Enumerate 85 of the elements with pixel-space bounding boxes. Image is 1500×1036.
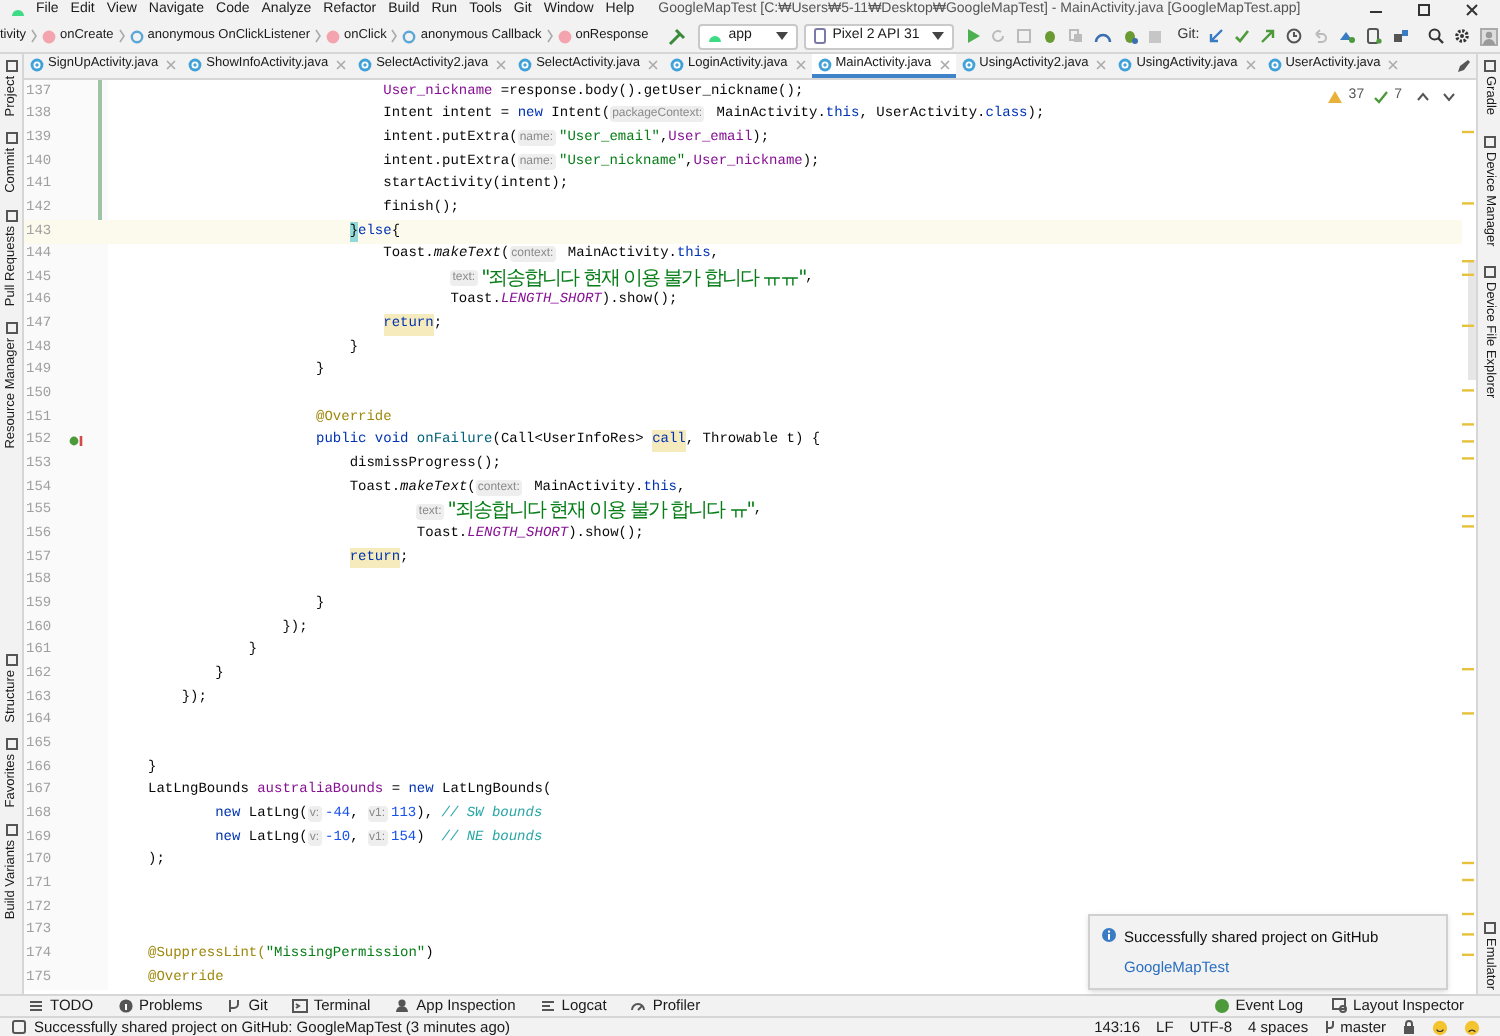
method-icon <box>557 29 572 43</box>
tool-icon <box>117 998 134 1014</box>
tool-icon <box>291 998 308 1014</box>
history-clock-icon[interactable] <box>1285 28 1302 44</box>
class-c-icon <box>670 57 684 71</box>
tool-icon <box>226 998 243 1014</box>
code-token: "죄송합니다 현재 이용 불가 합니다 ㅠ" <box>447 500 754 523</box>
run-icon[interactable] <box>965 28 980 44</box>
change-marker[interactable] <box>98 149 102 174</box>
chevron-icon <box>545 28 554 44</box>
tool-icon <box>1331 998 1348 1014</box>
tool-icon <box>539 998 556 1014</box>
info-icon <box>1102 927 1116 941</box>
class-c-icon <box>961 57 976 71</box>
branch-icon <box>1324 1020 1337 1034</box>
sdk-manager-icon[interactable] <box>1391 28 1410 44</box>
maximize-icon[interactable] <box>1416 2 1432 18</box>
class-c-icon <box>817 57 832 71</box>
apply-changes-icon[interactable] <box>1015 28 1032 44</box>
tool-icon <box>28 998 44 1014</box>
frown-icon[interactable] <box>1464 1019 1480 1035</box>
phone-icon <box>814 28 827 44</box>
chevron-icon <box>390 28 399 44</box>
class-c-icon <box>1267 57 1282 71</box>
tool-window-icon <box>1483 135 1495 148</box>
push-arrow-icon[interactable] <box>1259 28 1276 44</box>
debug-bug-icon[interactable] <box>1041 28 1058 44</box>
change-marker[interactable] <box>98 173 102 197</box>
class-icon <box>129 29 144 43</box>
change-marker[interactable] <box>98 80 102 104</box>
tool-window-icon <box>5 824 17 837</box>
caret-icon <box>931 32 944 40</box>
weak-warning-check-icon[interactable] <box>1374 89 1389 104</box>
tool-window-icon <box>5 132 17 145</box>
implements-method-icon[interactable] <box>68 434 84 449</box>
tool-window-icon <box>1483 921 1495 934</box>
change-marker[interactable] <box>98 103 102 127</box>
tool-window-icon <box>1483 265 1495 278</box>
attach-debugger-icon[interactable] <box>1067 28 1084 44</box>
change-marker[interactable] <box>98 196 102 220</box>
bug-coverage-icon[interactable] <box>1121 28 1138 44</box>
lock-icon[interactable] <box>1402 1020 1416 1034</box>
chevron-down-icon[interactable] <box>1442 91 1456 102</box>
caret-icon <box>776 32 789 40</box>
class-c-icon <box>1118 57 1133 71</box>
code-token: "죄송합니다 현재 이용 불가 합니다 ㅠㅠ" <box>481 267 806 290</box>
pencil-icon <box>1456 58 1472 74</box>
class-c-icon <box>30 57 44 71</box>
tool-icon <box>1213 998 1230 1014</box>
user-avatar-icon[interactable] <box>1479 27 1498 45</box>
update-arrow-icon[interactable] <box>1207 28 1224 44</box>
tool-window-icon <box>5 321 17 334</box>
chevron-icon <box>30 28 38 44</box>
tool-icon <box>394 998 411 1014</box>
status-square-icon[interactable] <box>12 1020 26 1034</box>
warning-icon[interactable] <box>1328 89 1343 104</box>
android-icon <box>708 31 723 41</box>
chevron-icon <box>117 28 126 44</box>
class-icon <box>402 29 417 43</box>
smile-icon[interactable] <box>1432 1019 1448 1035</box>
class-c-icon <box>518 57 533 71</box>
tool-window-icon <box>1483 60 1495 72</box>
checkmark-icon[interactable] <box>1233 28 1250 44</box>
rollback-icon[interactable] <box>1311 28 1328 44</box>
method-icon <box>42 29 56 43</box>
hammer-icon[interactable] <box>668 27 687 45</box>
class-c-icon <box>358 57 373 71</box>
close-icon[interactable] <box>1464 2 1480 18</box>
class-c-icon <box>188 57 203 71</box>
tool-window-icon <box>5 738 17 751</box>
rerun-icon[interactable] <box>989 28 1006 44</box>
tool-window-icon <box>5 654 17 667</box>
stop-icon[interactable] <box>1147 29 1162 43</box>
tool-icon <box>630 998 647 1014</box>
search-icon[interactable] <box>1427 28 1444 44</box>
method-icon <box>326 29 341 43</box>
sync-project-icon[interactable] <box>1337 28 1356 44</box>
tool-window-icon <box>5 209 17 222</box>
settings-icon[interactable] <box>1453 28 1470 44</box>
tool-window-icon <box>5 60 17 72</box>
gauge-icon[interactable] <box>1093 28 1112 44</box>
chevron-up-icon[interactable] <box>1416 91 1430 102</box>
change-marker[interactable] <box>98 126 102 150</box>
chevron-icon <box>314 28 323 44</box>
avd-manager-icon[interactable] <box>1365 28 1382 44</box>
